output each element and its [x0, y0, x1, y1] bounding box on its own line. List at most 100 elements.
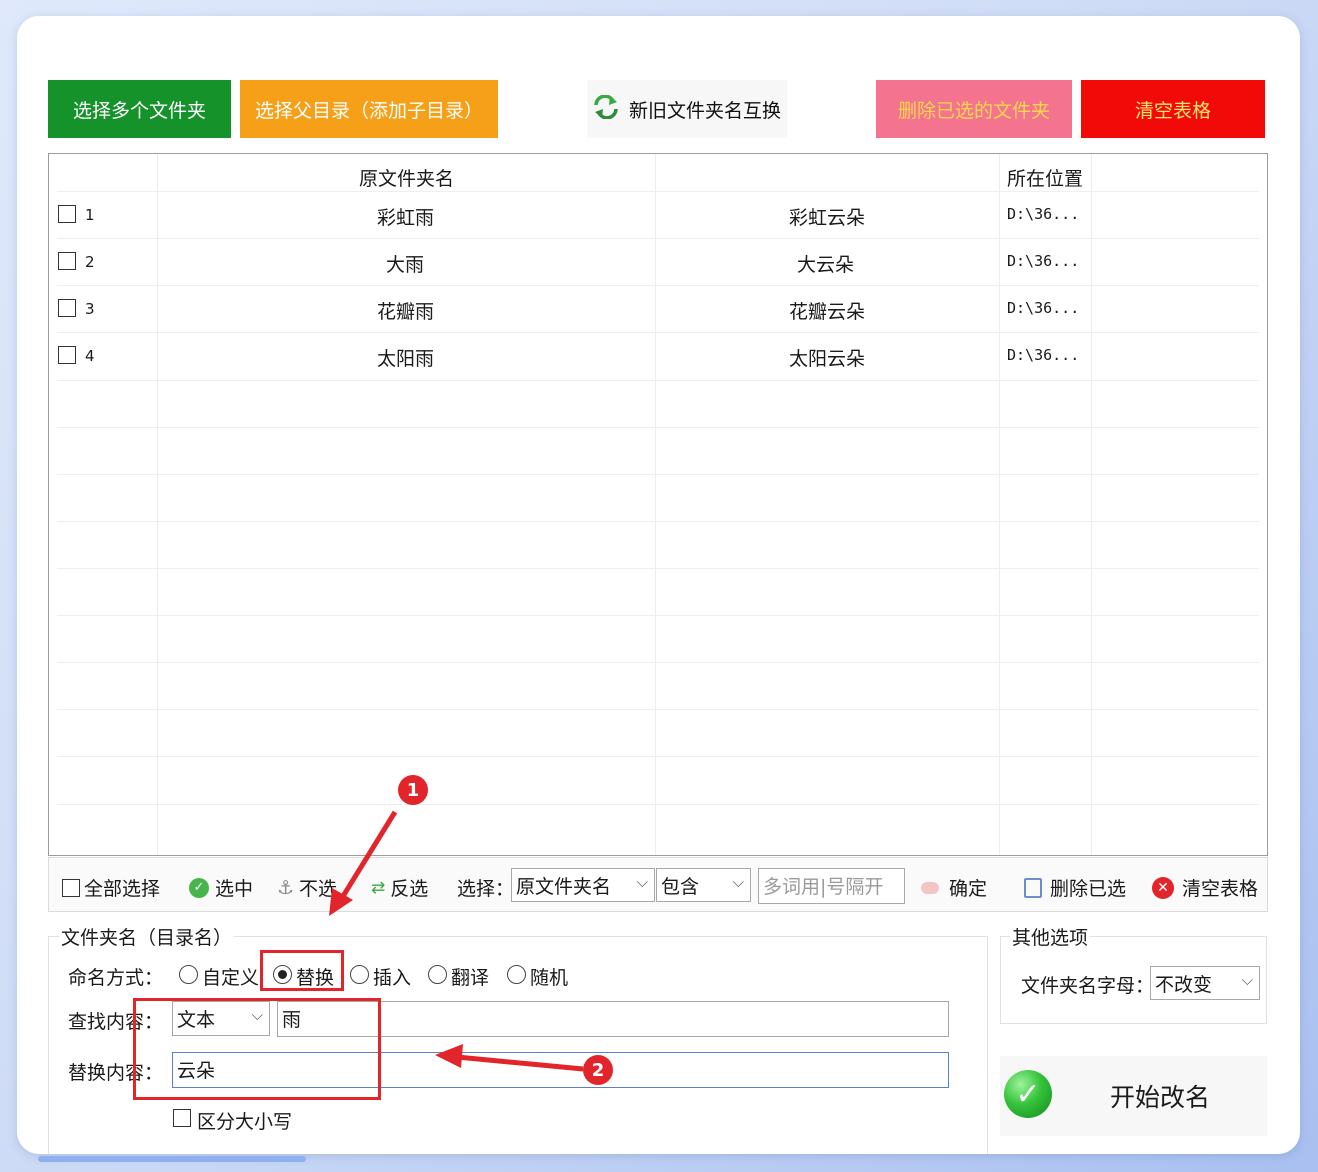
table-row[interactable]: 1 彩虹雨 彩虹云朵 D:\36... [49, 191, 1267, 238]
location-cell: D:\36... [1007, 346, 1080, 364]
clear-table-small-label: 清空表格 [1182, 878, 1259, 900]
start-rename-label: 开始改名 [1110, 1083, 1211, 1112]
row-index: 2 [85, 253, 95, 271]
match-select-value: 包含 [661, 876, 700, 898]
taskbar-strip [38, 1156, 306, 1162]
mode-label-translate: 翻译 [451, 967, 490, 989]
original-name-cell: 花瓣雨 [377, 301, 435, 323]
row-checkbox[interactable] [58, 205, 76, 223]
step-2-badge: 2 [583, 1055, 613, 1085]
table-row[interactable]: 2 大雨 大云朵 D:\36... [49, 238, 1267, 285]
delete-selected-rows-button[interactable]: 删除已选 [1024, 874, 1126, 901]
case-sensitive-label: 区分大小写 [197, 1111, 293, 1133]
row-divider [57, 615, 1259, 616]
uncheck-button[interactable]: ⚓ 不选 [277, 874, 337, 901]
row-checkbox[interactable] [58, 346, 76, 364]
mode-radio-insert[interactable] [350, 965, 369, 984]
find-replace-highlight [133, 998, 381, 1100]
field-select[interactable]: 原文件夹名 ⌵ [511, 868, 655, 902]
invert-icon: ⇄ [371, 877, 386, 898]
case-sensitive-checkbox[interactable] [173, 1109, 191, 1127]
check-label: 选中 [215, 878, 254, 900]
clear-table-label: 清空表格 [1134, 99, 1211, 122]
clear-table-small-button[interactable]: ✕ 清空表格 [1152, 874, 1258, 901]
rename-group-title: 文件夹名（目录名） [59, 923, 235, 950]
keywords-input[interactable]: 多词用|号隔开 [758, 868, 905, 904]
row-divider [57, 380, 1259, 381]
uncheck-label: 不选 [299, 878, 338, 900]
header-location[interactable]: 所在位置 [1007, 164, 1083, 191]
chevron-down-icon: ⌵ [636, 873, 648, 891]
swap-names-button[interactable]: 新旧文件夹名互换 [587, 80, 787, 138]
delete-selected-folders-button[interactable]: 删除已选的文件夹 [876, 80, 1072, 138]
select-all-label: 全部选择 [84, 878, 161, 900]
table-row[interactable]: 3 花瓣雨 花瓣云朵 D:\36... [49, 285, 1267, 332]
confirm-label: 确定 [949, 878, 988, 900]
select-parent-directory-label: 选择父目录（添加子目录） [254, 99, 483, 122]
green-check-icon: ✓ [189, 877, 209, 898]
invert-selection-button[interactable]: ⇄ 反选 [371, 874, 428, 901]
header-original-name[interactable]: 原文件夹名 [359, 164, 454, 191]
clear-table-button[interactable]: 清空表格 [1081, 80, 1265, 138]
red-x-icon: ✕ [1152, 876, 1174, 899]
swap-names-label: 新旧文件夹名互换 [628, 99, 781, 122]
select-parent-directory-button[interactable]: 选择父目录（添加子目录） [240, 80, 498, 138]
row-divider [57, 474, 1259, 475]
eraser-icon [921, 881, 939, 894]
row-divider [57, 709, 1259, 710]
field-select-value: 原文件夹名 [516, 876, 612, 898]
new-name-cell: 太阳云朵 [789, 348, 866, 370]
app-window: 选择多个文件夹 选择父目录（添加子目录） 新旧文件夹名互换 删除已选的文件夹 清… [17, 16, 1300, 1154]
delete-selected-folders-label: 删除已选的文件夹 [897, 99, 1050, 122]
original-name-cell: 太阳雨 [377, 348, 435, 370]
row-divider [57, 568, 1259, 569]
mode-label-custom: 自定义 [202, 967, 260, 989]
row-index: 3 [85, 300, 95, 318]
new-name-cell: 花瓣云朵 [789, 301, 866, 323]
folder-letter-value: 不改变 [1155, 974, 1213, 996]
location-cell: D:\36... [1007, 205, 1080, 223]
mode-label-random: 随机 [530, 967, 569, 989]
mode-radio-random[interactable] [507, 965, 526, 984]
invert-label: 反选 [390, 878, 429, 900]
other-options-title: 其他选项 [1010, 923, 1091, 950]
folder-table: 原文件夹名 所在位置 1 彩虹雨 彩虹云朵 D:\36... 2 大雨 大云朵 … [48, 153, 1268, 856]
swap-arrows-icon [593, 93, 619, 124]
select-all-checkbox[interactable]: 全部选择 [62, 874, 160, 901]
chevron-down-icon: ⌵ [732, 873, 744, 891]
match-select[interactable]: 包含 ⌵ [656, 868, 751, 902]
row-index: 1 [85, 206, 95, 224]
start-rename-button[interactable]: ✓ 开始改名 [1000, 1056, 1267, 1136]
row-divider [57, 427, 1259, 428]
folder-letter-select[interactable]: 不改变 ⌵ [1150, 966, 1260, 1000]
select-multiple-folders-button[interactable]: 选择多个文件夹 [48, 80, 231, 138]
original-name-cell: 大雨 [386, 254, 425, 276]
row-divider [57, 756, 1259, 757]
select-multiple-folders-label: 选择多个文件夹 [72, 99, 206, 122]
row-checkbox[interactable] [58, 252, 76, 270]
selection-toolbar: 全部选择 ✓ 选中 ⚓ 不选 ⇄ 反选 选择： 原文件夹名 ⌵ 包含 ⌵ 多词用… [48, 857, 1268, 912]
location-cell: D:\36... [1007, 299, 1080, 317]
row-checkbox[interactable] [58, 299, 76, 317]
chevron-down-icon: ⌵ [1241, 971, 1253, 989]
row-index: 4 [85, 347, 95, 365]
table-row[interactable]: 4 太阳雨 太阳云朵 D:\36... [49, 332, 1267, 379]
delete-document-icon [1024, 877, 1042, 898]
new-name-cell: 大云朵 [797, 254, 855, 276]
anchor-icon: ⚓ [277, 876, 295, 899]
row-divider [57, 662, 1259, 663]
confirm-button[interactable]: 确定 [921, 874, 987, 901]
mode-radio-custom[interactable] [179, 965, 198, 984]
check-button[interactable]: ✓ 选中 [189, 874, 253, 901]
row-divider [57, 521, 1259, 522]
original-name-cell: 彩虹雨 [377, 207, 435, 229]
step-1-badge: 1 [398, 775, 428, 805]
delete-selected-rows-label: 删除已选 [1050, 878, 1127, 900]
mode-label-insert: 插入 [373, 967, 412, 989]
replace-mode-highlight [260, 950, 344, 991]
green-check-circle-icon: ✓ [1004, 1070, 1052, 1118]
new-name-cell: 彩虹云朵 [789, 207, 866, 229]
row-divider [57, 804, 1259, 805]
select-all-box [62, 878, 80, 897]
mode-radio-translate[interactable] [428, 965, 447, 984]
